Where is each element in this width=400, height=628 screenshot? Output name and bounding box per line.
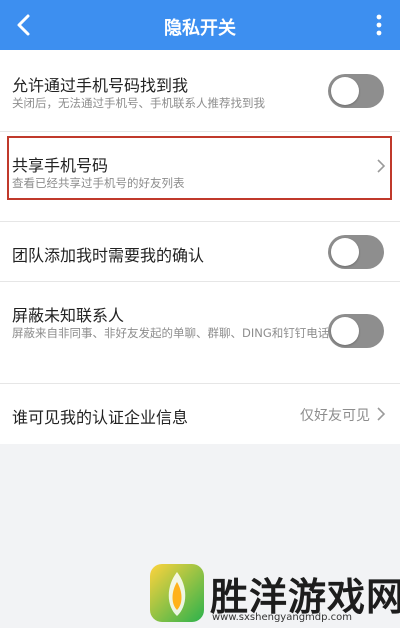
toggle-knob xyxy=(331,238,359,266)
top-bar: 隐私开关 xyxy=(0,0,400,50)
more-vertical-icon xyxy=(376,14,382,36)
find-by-phone-row: 允许通过手机号码找到我 关闭后，无法通过手机号、手机联系人推荐找到我 xyxy=(0,50,400,132)
team-confirm-toggle[interactable] xyxy=(328,235,384,269)
chevron-right-icon xyxy=(377,407,386,421)
team-confirm-row: 团队添加我时需要我的确认 xyxy=(0,222,400,282)
block-unknown-row: 屏蔽未知联系人 屏蔽来自非同事、非好友发起的单聊、群聊、DING和钉钉电话 xyxy=(0,282,400,384)
toggle-knob xyxy=(331,77,359,105)
find-by-phone-toggle[interactable] xyxy=(328,74,384,108)
find-by-phone-title: 允许通过手机号码找到我 xyxy=(12,76,189,95)
block-unknown-toggle[interactable] xyxy=(328,314,384,348)
watermark-logo-icon xyxy=(150,564,204,622)
block-unknown-subtitle: 屏蔽来自非同事、非好友发起的单聊、群聊、DING和钉钉电话 xyxy=(12,326,330,340)
chevron-right-icon xyxy=(377,159,386,173)
cert-visibility-title: 谁可见我的认证企业信息 xyxy=(12,408,189,427)
block-unknown-title: 屏蔽未知联系人 xyxy=(12,306,125,325)
shared-phone-title: 共享手机号码 xyxy=(12,156,109,175)
cert-visibility-value: 仅好友可见 xyxy=(300,408,370,424)
privacy-settings-list: 允许通过手机号码找到我 关闭后，无法通过手机号、手机联系人推荐找到我 共享手机号… xyxy=(0,50,400,444)
more-button[interactable] xyxy=(368,10,390,40)
find-by-phone-subtitle: 关闭后，无法通过手机号、手机联系人推荐找到我 xyxy=(12,96,265,110)
cert-visibility-row[interactable]: 谁可见我的认证企业信息 仅好友可见 xyxy=(0,384,400,444)
shared-phone-subtitle: 查看已经共享过手机号的好友列表 xyxy=(12,176,185,190)
watermark: 胜洋游戏网 www.sxshengyangmdp.com xyxy=(150,560,400,626)
team-confirm-title: 团队添加我时需要我的确认 xyxy=(12,246,205,265)
toggle-knob xyxy=(331,317,359,345)
shared-phone-row[interactable]: 共享手机号码 查看已经共享过手机号的好友列表 xyxy=(0,132,400,222)
page-title: 隐私开关 xyxy=(164,18,236,39)
watermark-url: www.sxshengyangmdp.com xyxy=(212,612,353,623)
